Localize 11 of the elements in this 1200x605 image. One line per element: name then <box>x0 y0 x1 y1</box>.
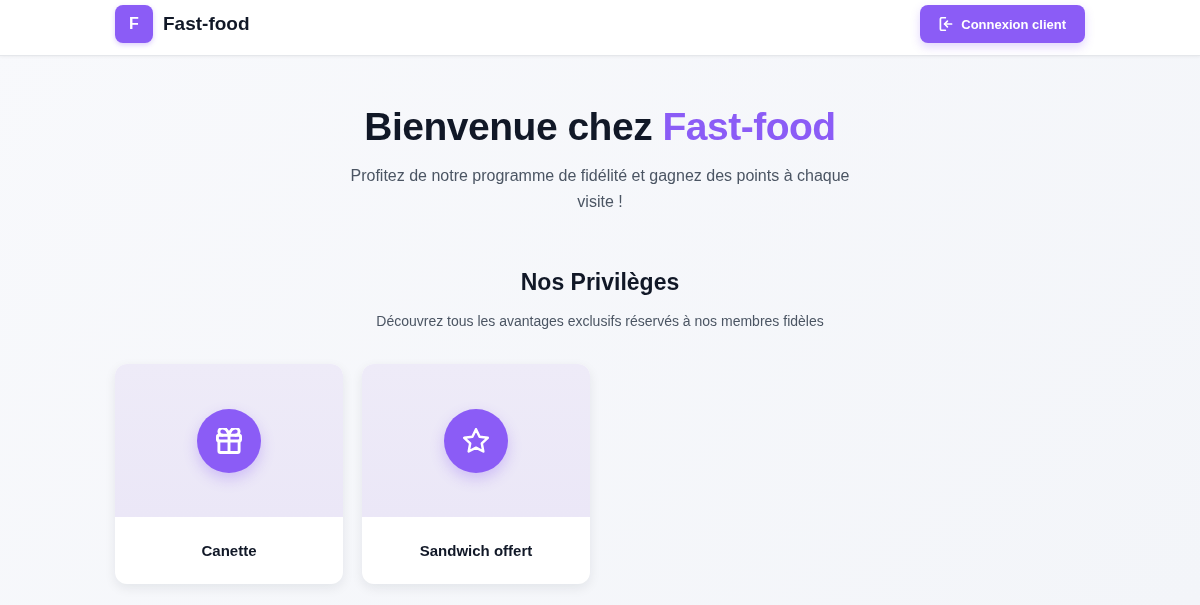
logo-tile: F <box>115 5 153 43</box>
card-title: Sandwich offert <box>419 542 533 559</box>
page-title: Bienvenue chez Fast-food <box>364 104 836 150</box>
login-button[interactable]: Connexion client <box>920 5 1085 43</box>
login-icon <box>939 17 954 31</box>
brand-name: Fast-food <box>163 13 250 35</box>
hero-subtitle: Profitez de notre programme de fidélité et gagnez des points à chaque visite ! <box>349 166 851 212</box>
section-title: Nos Privilèges <box>520 268 680 297</box>
section-description: Découvrez tous les avantages exclusifs réservés à nos membres fidèles <box>376 312 824 331</box>
card-title: Canette <box>201 542 257 559</box>
gift-icon <box>197 408 261 473</box>
